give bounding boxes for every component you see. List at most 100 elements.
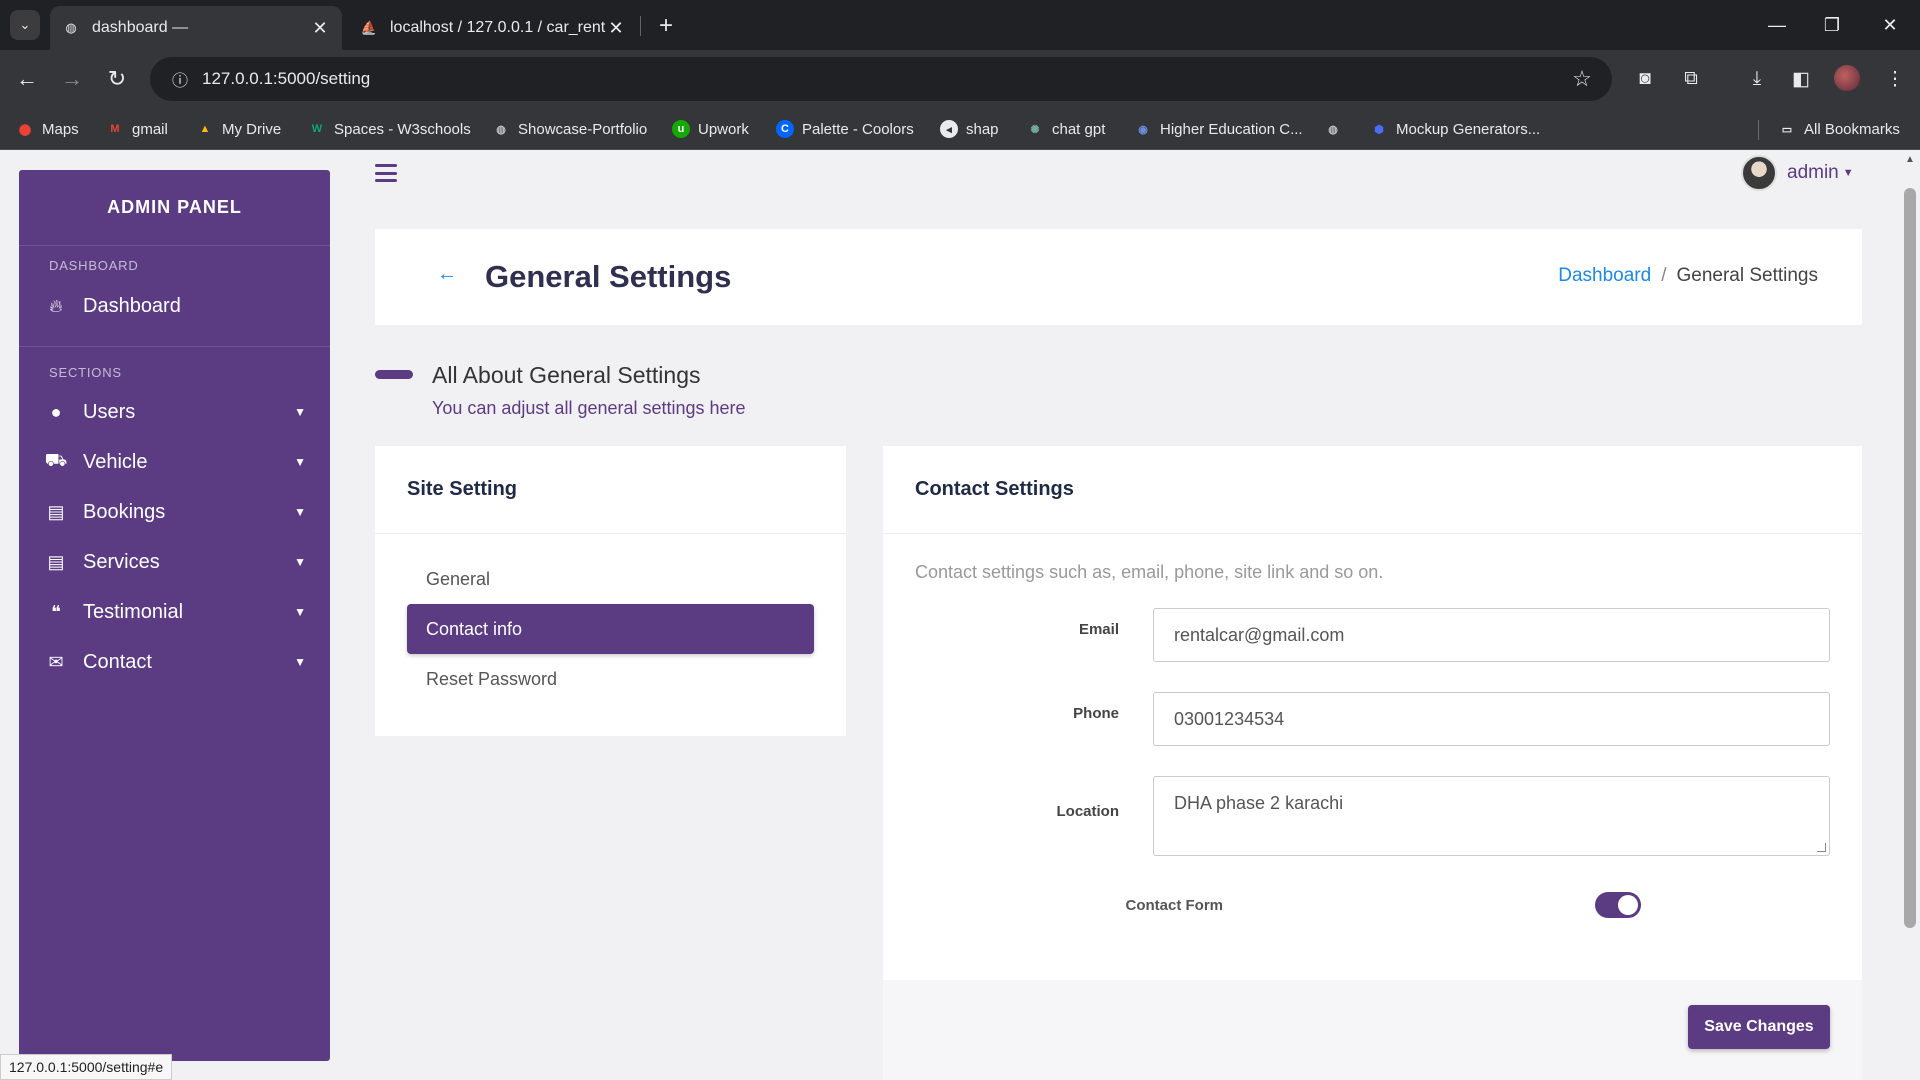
bookmark-upwork[interactable]: u Upwork <box>672 118 749 140</box>
contact-form-toggle[interactable] <box>1595 892 1641 918</box>
sidebar-item-label: Services <box>83 550 160 573</box>
bookmark-gmail[interactable]: M gmail <box>106 118 167 140</box>
bookmark-my-drive[interactable]: ▲ My Drive <box>196 118 282 140</box>
caret-down-icon: ▼ <box>294 655 306 669</box>
reload-button[interactable]: ↻ <box>100 62 134 96</box>
sidebar-item-services[interactable]: ▤ Services ▼ <box>19 540 330 584</box>
bookmark-label: My Drive <box>222 120 282 138</box>
bookmark-star-icon[interactable]: ☆ <box>1562 66 1602 92</box>
breadcrumb-link-dashboard[interactable]: Dashboard <box>1558 265 1651 287</box>
folder-icon: ▭ <box>1781 123 1793 136</box>
all-bookmarks[interactable]: ▭ All Bookmarks <box>1778 118 1900 140</box>
address-url[interactable]: 127.0.0.1:5000/setting <box>202 69 1562 89</box>
sidebar-item-label: Contact <box>83 650 152 673</box>
address-bar[interactable]: ⓘ 127.0.0.1:5000/setting ☆ <box>150 57 1612 101</box>
sidebar-toggle-button[interactable] <box>375 164 397 182</box>
sidebar-item-label: Testimonial <box>83 600 184 623</box>
profile-avatar[interactable] <box>1834 65 1860 91</box>
bookmark-label: Mockup Generators... <box>1396 120 1541 138</box>
sidebar-item-users[interactable]: ● Users ▼ <box>19 390 330 434</box>
caret-down-icon: ▼ <box>294 505 306 519</box>
tab-title: dashboard — <box>92 19 189 36</box>
sidebar: ADMIN PANEL DASHBOARD 🔥︎ Dashboard SECTI… <box>19 170 330 1061</box>
back-arrow-icon[interactable]: ← <box>435 259 459 289</box>
sidebar-item-testimonial[interactable]: ❝ Testimonial ▼ <box>19 590 330 634</box>
hamburger-line <box>375 171 397 175</box>
page-scrollbar[interactable]: ▲ <box>1900 150 1920 1080</box>
close-window-button[interactable]: ✕ <box>1868 8 1912 42</box>
bookmark-label: Maps <box>42 120 79 138</box>
site-setting-card: Site Setting General Contact info Reset … <box>375 446 846 736</box>
bookmark-label: Upwork <box>698 120 749 138</box>
site-info-icon[interactable]: ⓘ <box>158 67 202 91</box>
bookmark-maps[interactable]: ⬤ Maps <box>16 118 79 140</box>
bookmark-w3schools[interactable]: W Spaces - W3schools <box>308 118 471 140</box>
shap-icon: ◂ <box>940 120 958 138</box>
bookmarks-bar: ⬤ Maps M gmail ▲ My Drive W Spaces - W3s… <box>0 108 1920 150</box>
tab-search-button[interactable]: ⌄ <box>10 10 40 40</box>
save-changes-button[interactable]: Save Changes <box>1688 1005 1830 1049</box>
sidebar-item-contact[interactable]: ✉ Contact ▼ <box>19 640 330 684</box>
scroll-up-arrow-icon[interactable]: ▲ <box>1905 154 1915 165</box>
phone-label: Phone <box>1073 705 1119 722</box>
id-card-icon: ▤ <box>47 501 65 522</box>
minimize-button[interactable]: — <box>1755 8 1799 42</box>
bookmark-showcase[interactable]: ◍ Showcase-Portfolio <box>492 118 647 140</box>
browser-toolbar: ← → ↻ ⓘ 127.0.0.1:5000/setting ☆ ◙ ⧉ ⤓ ◧… <box>0 50 1920 108</box>
sidebar-item-vehicle[interactable]: ⛟ Vehicle ▼ <box>19 440 330 484</box>
bookmark-mockup-generators[interactable]: ⬢ Mockup Generators... <box>1370 118 1540 140</box>
sidebar-item-bookings[interactable]: ▤ Bookings ▼ <box>19 490 330 534</box>
bookmark-chatgpt[interactable]: ✺ chat gpt <box>1026 118 1105 140</box>
bookmark-globe[interactable]: ◍ <box>1324 118 1350 140</box>
sidebar-brand[interactable]: ADMIN PANEL <box>19 170 330 246</box>
email-label: Email <box>1078 621 1119 638</box>
user-menu[interactable]: admin ▼ <box>1741 154 1854 192</box>
all-bookmarks-label: All Bookmarks <box>1804 120 1900 138</box>
location-textarea[interactable]: DHA phase 2 karachi <box>1153 776 1830 856</box>
hamburger-line <box>375 179 397 182</box>
chatgpt-icon: ✺ <box>1030 123 1040 136</box>
bookmark-label: shap <box>966 120 999 138</box>
bookmark-shap[interactable]: ◂ shap <box>940 118 999 140</box>
bookmark-higher-education[interactable]: ◉ Higher Education C... <box>1134 118 1303 140</box>
extensions-icon[interactable]: ⧉ <box>1674 62 1708 96</box>
location-label: Location <box>1056 803 1120 820</box>
coolors-icon: C <box>776 120 794 138</box>
camera-icon[interactable]: ◙ <box>1628 62 1662 96</box>
site-setting-link-general[interactable]: General <box>407 554 814 604</box>
browser-tab-dashboard[interactable]: ◍ dashboard — ✕ <box>50 6 342 50</box>
close-icon[interactable]: ✕ <box>310 18 330 39</box>
back-button[interactable]: ← <box>10 62 44 96</box>
breadcrumb-current: General Settings <box>1676 265 1818 286</box>
scroll-thumb[interactable] <box>1904 188 1916 928</box>
upwork-icon: u <box>672 120 690 138</box>
new-tab-button[interactable]: + <box>652 12 680 40</box>
hamburger-line <box>375 164 397 167</box>
browser-tab-phpmyadmin[interactable]: ⛵ localhost / 127.0.0.1 / car_renta ✕ <box>348 6 638 50</box>
download-icon[interactable]: ⤓ <box>1740 62 1774 96</box>
sidebar-item-label: Bookings <box>83 500 166 523</box>
side-panel-icon[interactable]: ◧ <box>1784 62 1818 96</box>
phone-value: 03001234534 <box>1174 708 1285 729</box>
contact-settings-card: Contact Settings Contact settings such a… <box>883 446 1862 1080</box>
comment-icon: ✉ <box>48 651 64 672</box>
bookmarks-separator <box>1758 120 1759 140</box>
maps-icon: ⬤ <box>18 123 32 136</box>
phone-field[interactable]: 03001234534 <box>1153 692 1830 746</box>
forward-button[interactable]: → <box>55 62 89 96</box>
menu-dots-icon[interactable]: ⋮ <box>1878 62 1912 96</box>
page-title: General Settings <box>485 259 732 294</box>
close-icon[interactable]: ✕ <box>606 18 626 39</box>
location-value: DHA phase 2 karachi <box>1174 793 1344 813</box>
email-field[interactable]: rentalcar@gmail.com <box>1153 608 1830 662</box>
bookmark-coolors[interactable]: C Palette - Coolors <box>776 118 914 140</box>
bookmark-label: Higher Education C... <box>1160 120 1303 138</box>
site-setting-link-contact-info[interactable]: Contact info <box>407 604 814 654</box>
bookmark-label: Palette - Coolors <box>802 120 914 138</box>
email-value: rentalcar@gmail.com <box>1174 624 1345 645</box>
restore-button[interactable]: ❐ <box>1810 8 1854 42</box>
site-setting-link-reset-password[interactable]: Reset Password <box>407 654 814 704</box>
resize-handle[interactable] <box>1817 843 1826 852</box>
contact-settings-description: Contact settings such as, email, phone, … <box>915 562 1384 582</box>
sidebar-item-dashboard[interactable]: 🔥︎ Dashboard <box>19 284 330 328</box>
